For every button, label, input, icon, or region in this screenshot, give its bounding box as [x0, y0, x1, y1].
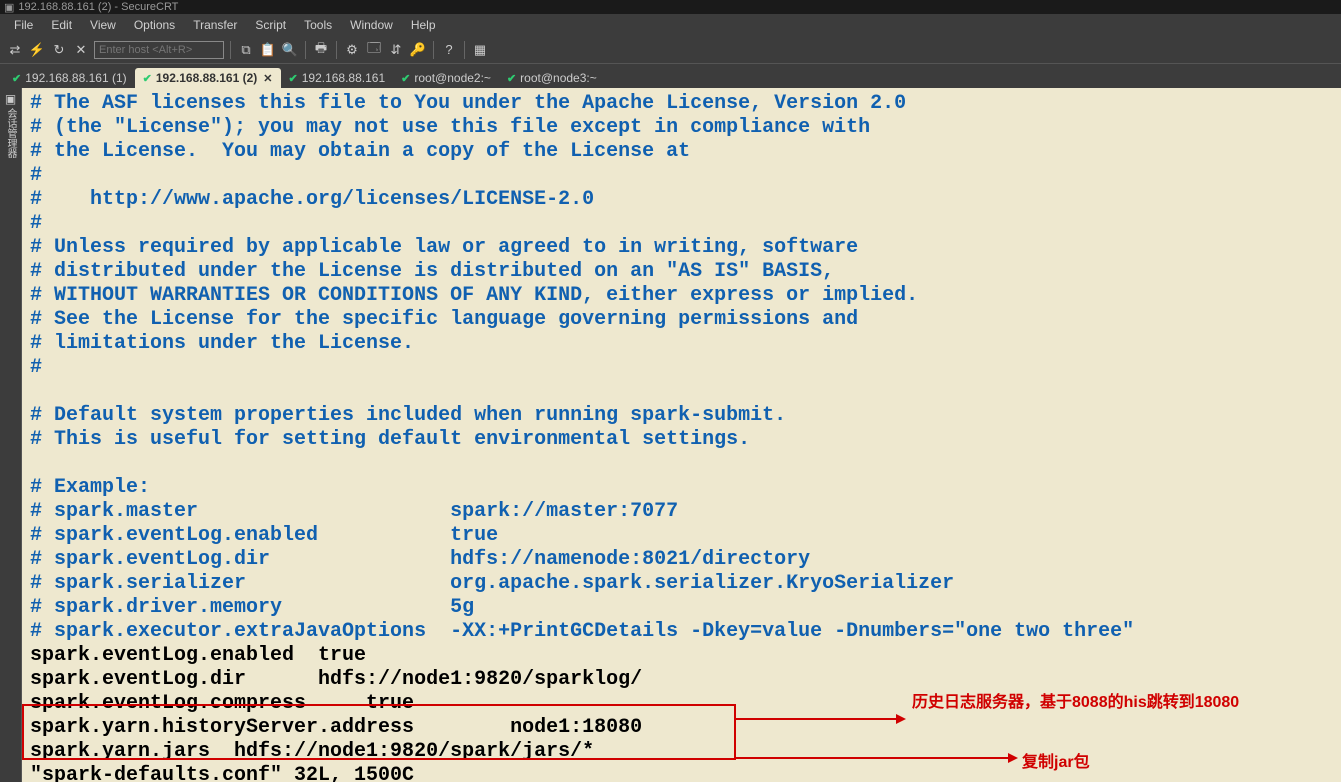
- menu-edit[interactable]: Edit: [43, 16, 80, 34]
- app-icon: ▣: [4, 1, 14, 14]
- print-icon[interactable]: 🖶: [312, 41, 330, 59]
- paste-icon[interactable]: 📋: [259, 41, 277, 59]
- tab-3[interactable]: ✔ 192.168.88.161: [281, 68, 394, 88]
- menu-options[interactable]: Options: [126, 16, 183, 34]
- connect-icon[interactable]: ⇄: [6, 41, 24, 59]
- terminal-line: spark.eventLog.dir hdfs://node1:9820/spa…: [30, 668, 642, 691]
- quick-connect-icon[interactable]: ⚡: [28, 41, 46, 59]
- terminal-line: spark.eventLog.compress true: [30, 692, 414, 715]
- sidebar-icon: ▣: [5, 92, 16, 106]
- menu-help[interactable]: Help: [403, 16, 444, 34]
- reconnect-icon[interactable]: ↻: [50, 41, 68, 59]
- close-icon[interactable]: ✕: [263, 72, 272, 85]
- terminal-line: # spark.serializer org.apache.spark.seri…: [30, 572, 954, 595]
- tab-4[interactable]: ✔ root@node2:~: [393, 68, 499, 88]
- session-manager-sidebar[interactable]: ▣ 会话管理器: [0, 88, 22, 782]
- check-icon: ✔: [401, 72, 410, 85]
- options-icon[interactable]: ⚙: [343, 41, 361, 59]
- terminal-line: spark.eventLog.enabled true: [30, 644, 366, 667]
- terminal-line: # limitations under the License.: [30, 332, 414, 355]
- terminal-line: spark.yarn.jars hdfs://node1:9820/spark/…: [30, 740, 594, 763]
- terminal-line: # Default system properties included whe…: [30, 404, 786, 427]
- terminal-line: # spark.driver.memory 5g: [30, 596, 474, 619]
- terminal-line: # (the "License"); you may not use this …: [30, 116, 870, 139]
- menu-file[interactable]: File: [6, 16, 41, 34]
- sidebar-label: 会话管理器: [3, 108, 18, 158]
- tab-label: 192.168.88.161: [302, 71, 385, 85]
- tab-label: 192.168.88.161 (1): [25, 71, 126, 85]
- help-icon[interactable]: ?: [440, 41, 458, 59]
- menubar: File Edit View Options Transfer Script T…: [0, 14, 1341, 36]
- tab-label: root@node3:~: [520, 71, 597, 85]
- tabbar: ✔ 192.168.88.161 (1) ✔ 192.168.88.161 (2…: [0, 64, 1341, 88]
- copy-icon[interactable]: ⧉: [237, 41, 255, 59]
- terminal-line: # http://www.apache.org/licenses/LICENSE…: [30, 188, 594, 211]
- terminal-line: # Unless required by applicable law or a…: [30, 236, 858, 259]
- terminal-line: #: [30, 356, 42, 379]
- terminal-line: spark.yarn.historyServer.address node1:1…: [30, 716, 642, 739]
- menu-transfer[interactable]: Transfer: [185, 16, 245, 34]
- tab-5[interactable]: ✔ root@node3:~: [499, 68, 605, 88]
- terminal-output[interactable]: # The ASF licenses this file to You unde…: [22, 88, 1341, 782]
- tab-1[interactable]: ✔ 192.168.88.161 (1): [4, 68, 135, 88]
- terminal-line: # spark.master spark://master:7077: [30, 500, 678, 523]
- tab-label: root@node2:~: [414, 71, 491, 85]
- window-title: 192.168.88.161 (2) - SecureCRT: [18, 1, 178, 13]
- terminal-line: # distributed under the License is distr…: [30, 260, 834, 283]
- sftp-icon[interactable]: ⇵: [387, 41, 405, 59]
- terminal-line: # This is useful for setting default env…: [30, 428, 750, 451]
- menu-view[interactable]: View: [82, 16, 124, 34]
- check-icon: ✔: [289, 72, 298, 85]
- key-icon[interactable]: 🔑: [409, 41, 427, 59]
- window-titlebar: ▣ 192.168.88.161 (2) - SecureCRT: [0, 0, 1341, 14]
- terminal-line: # the License. You may obtain a copy of …: [30, 140, 690, 163]
- session-options-icon[interactable]: 🗔: [365, 41, 383, 59]
- check-icon: ✔: [143, 72, 152, 85]
- host-input[interactable]: [94, 41, 224, 59]
- terminal-line: #: [30, 212, 42, 235]
- activator-icon[interactable]: ▦: [471, 41, 489, 59]
- terminal-line: "spark-defaults.conf" 32L, 1500C: [30, 764, 414, 782]
- terminal-line: # spark.eventLog.enabled true: [30, 524, 498, 547]
- find-icon[interactable]: 🔍: [281, 41, 299, 59]
- terminal-line: # spark.executor.extraJavaOptions -XX:+P…: [30, 620, 1134, 643]
- terminal-line: #: [30, 164, 42, 187]
- menu-script[interactable]: Script: [247, 16, 294, 34]
- content-area: ▣ 会话管理器 # The ASF licenses this file to …: [0, 88, 1341, 782]
- terminal-line: # spark.eventLog.dir hdfs://namenode:802…: [30, 548, 810, 571]
- tab-label: 192.168.88.161 (2): [156, 71, 257, 85]
- terminal-line: # The ASF licenses this file to You unde…: [30, 92, 906, 115]
- menu-window[interactable]: Window: [342, 16, 401, 34]
- terminal-line: # WITHOUT WARRANTIES OR CONDITIONS OF AN…: [30, 284, 918, 307]
- menu-tools[interactable]: Tools: [296, 16, 340, 34]
- check-icon: ✔: [12, 72, 21, 85]
- terminal-line: # See the License for the specific langu…: [30, 308, 858, 331]
- disconnect-icon[interactable]: ✕: [72, 41, 90, 59]
- tab-2[interactable]: ✔ 192.168.88.161 (2) ✕: [135, 68, 281, 88]
- check-icon: ✔: [507, 72, 516, 85]
- toolbar: ⇄ ⚡ ↻ ✕ ⧉ 📋 🔍 🖶 ⚙ 🗔 ⇵ 🔑 ? ▦: [0, 36, 1341, 64]
- terminal-line: # Example:: [30, 476, 150, 499]
